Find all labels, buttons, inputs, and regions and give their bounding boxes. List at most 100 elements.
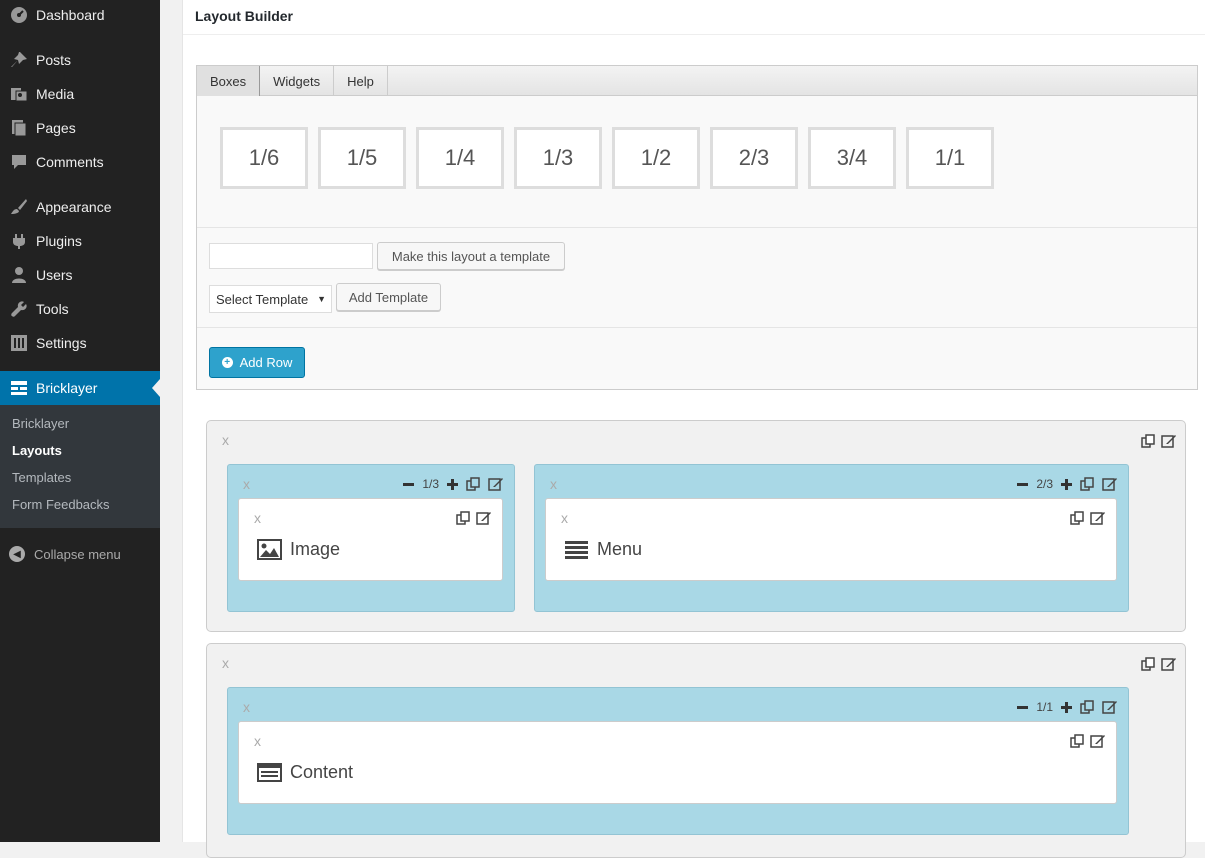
edit-icon[interactable]	[1102, 699, 1118, 715]
edit-icon[interactable]	[476, 510, 492, 526]
menu-tools[interactable]: Tools	[0, 292, 160, 326]
plus-circle-icon: +	[221, 357, 233, 368]
menu-label: Appearance	[36, 199, 112, 215]
remove-widget-x[interactable]: x	[254, 510, 261, 526]
menu-plugins[interactable]: Plugins	[0, 224, 160, 258]
submenu-layouts[interactable]: Layouts	[12, 443, 62, 458]
size-box-1-6[interactable]: 1/6	[220, 127, 308, 189]
minus-icon[interactable]	[1017, 702, 1029, 713]
remove-column-x[interactable]: x	[243, 476, 250, 492]
layout-row: x x 1/3 x Image x 2/3 x Menu	[206, 420, 1186, 632]
menu-label: Users	[36, 267, 73, 283]
edit-icon[interactable]	[1161, 433, 1177, 449]
duplicate-icon[interactable]	[1080, 700, 1094, 714]
edit-icon[interactable]	[1102, 476, 1118, 492]
settings-icon	[9, 333, 29, 353]
column-controls: 1/3	[403, 476, 504, 492]
remove-widget-x[interactable]: x	[254, 733, 261, 749]
widget-actions	[456, 510, 492, 526]
duplicate-icon[interactable]	[466, 477, 480, 491]
remove-column-x[interactable]: x	[243, 699, 250, 715]
widget-actions	[1070, 733, 1106, 749]
widget-title: Image	[257, 539, 340, 560]
collapse-menu-button[interactable]: ◀ Collapse menu	[9, 546, 121, 562]
dashboard-icon	[9, 5, 29, 25]
widget-box: x Image	[238, 498, 503, 581]
size-box-1-5[interactable]: 1/5	[318, 127, 406, 189]
page-title: Layout Builder	[195, 8, 294, 24]
chevron-down-icon: ▼	[317, 294, 326, 304]
divider	[197, 227, 1197, 228]
collapse-icon: ◀	[9, 546, 25, 562]
add-row-label: Add Row	[239, 355, 293, 370]
edit-icon[interactable]	[488, 476, 504, 492]
content-icon	[257, 763, 290, 782]
tab-bar: Boxes Widgets Help	[197, 66, 1197, 96]
menu-bricklayer[interactable]: Bricklayer	[0, 371, 160, 405]
menu-users[interactable]: Users	[0, 258, 160, 292]
tab-widgets[interactable]: Widgets	[260, 66, 335, 96]
comment-icon	[9, 152, 29, 172]
size-box-3-4[interactable]: 3/4	[808, 127, 896, 189]
menu-label: Pages	[36, 120, 76, 136]
duplicate-icon[interactable]	[1141, 657, 1155, 671]
add-row-button[interactable]: + Add Row	[209, 347, 305, 378]
size-box-1-3[interactable]: 1/3	[514, 127, 602, 189]
plus-icon[interactable]	[1061, 478, 1072, 490]
bricklayer-icon	[9, 378, 29, 398]
bricklayer-submenu: Bricklayer Layouts Templates Form Feedba…	[0, 405, 160, 528]
column-size: 1/1	[1036, 700, 1053, 714]
menu-comments[interactable]: Comments	[0, 145, 160, 179]
menu-media[interactable]: Media	[0, 77, 160, 111]
submenu-bricklayer[interactable]: Bricklayer	[12, 416, 69, 431]
template-name-input[interactable]	[209, 243, 373, 269]
tab-boxes[interactable]: Boxes	[197, 66, 261, 96]
size-box-1-4[interactable]: 1/4	[416, 127, 504, 189]
remove-column-x[interactable]: x	[550, 476, 557, 492]
duplicate-icon[interactable]	[1070, 511, 1084, 525]
widget-box: x Menu	[545, 498, 1117, 581]
size-boxes: 1/6 1/5 1/4 1/3 1/2 2/3 3/4 1/1	[220, 127, 1004, 189]
duplicate-icon[interactable]	[1080, 477, 1094, 491]
submenu-templates[interactable]: Templates	[12, 470, 71, 485]
make-template-button[interactable]: Make this layout a template	[377, 242, 565, 270]
menu-posts[interactable]: Posts	[0, 43, 160, 77]
remove-widget-x[interactable]: x	[561, 510, 568, 526]
menu-dashboard[interactable]: Dashboard	[0, 0, 160, 32]
duplicate-icon[interactable]	[456, 511, 470, 525]
size-box-1-2[interactable]: 1/2	[612, 127, 700, 189]
remove-row-x[interactable]: x	[222, 432, 229, 448]
column-controls: 2/3	[1017, 476, 1118, 492]
submenu-form-feedbacks[interactable]: Form Feedbacks	[12, 497, 110, 512]
column-size: 2/3	[1036, 477, 1053, 491]
template-select[interactable]: Select Template ▼	[209, 285, 332, 313]
duplicate-icon[interactable]	[1141, 434, 1155, 448]
remove-row-x[interactable]: x	[222, 655, 229, 671]
plus-icon[interactable]	[1061, 701, 1072, 713]
layout-row: x x 1/1 x Content	[206, 643, 1186, 858]
edit-icon[interactable]	[1161, 656, 1177, 672]
duplicate-icon[interactable]	[1070, 734, 1084, 748]
minus-icon[interactable]	[1017, 479, 1029, 490]
layout-column: x 1/3 x Image	[227, 464, 515, 612]
media-icon	[9, 84, 29, 104]
add-template-button[interactable]: Add Template	[336, 283, 441, 311]
menu-label: Bricklayer	[36, 380, 98, 396]
edit-icon[interactable]	[1090, 510, 1106, 526]
menu-appearance[interactable]: Appearance	[0, 190, 160, 224]
menu-pages[interactable]: Pages	[0, 111, 160, 145]
edit-icon[interactable]	[1090, 733, 1106, 749]
minus-icon[interactable]	[403, 479, 415, 490]
admin-sidebar: Dashboard Posts Media Pages Comments App…	[0, 0, 160, 842]
plus-icon[interactable]	[447, 478, 458, 490]
row-actions	[1141, 433, 1177, 449]
builder-box: Boxes Widgets Help 1/6 1/5 1/4 1/3 1/2 2…	[196, 65, 1198, 390]
layout-builder-panel: Layout Builder Boxes Widgets Help 1/6 1/…	[182, 0, 1205, 858]
tab-help[interactable]: Help	[334, 66, 388, 96]
menu-settings[interactable]: Settings	[0, 326, 160, 360]
widget-actions	[1070, 510, 1106, 526]
widget-title: Menu	[564, 539, 642, 560]
size-box-2-3[interactable]: 2/3	[710, 127, 798, 189]
layout-column: x 2/3 x Menu	[534, 464, 1129, 612]
size-box-1-1[interactable]: 1/1	[906, 127, 994, 189]
